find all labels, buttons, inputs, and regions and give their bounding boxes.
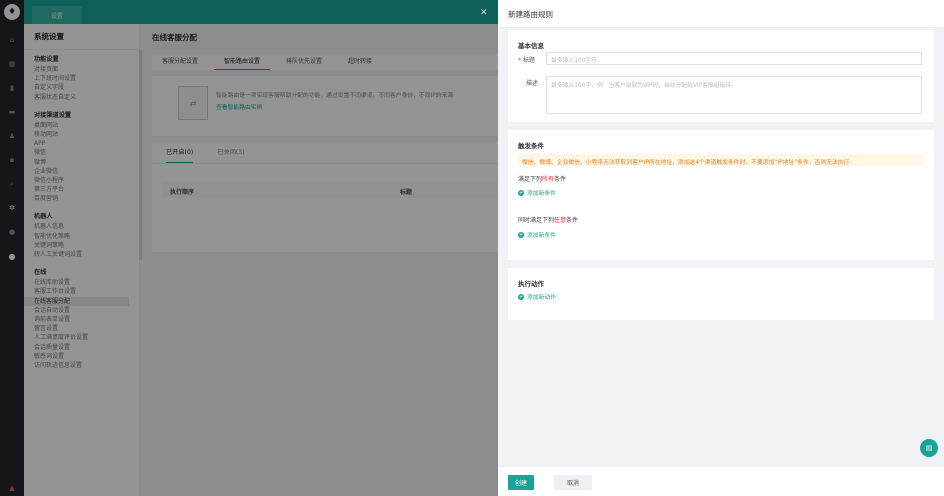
cancel-button[interactable]: 取消: [554, 475, 592, 490]
title-input[interactable]: 最多输入100字符: [546, 52, 922, 65]
any-prefix: 同时满足下列: [518, 217, 555, 224]
all-highlight: 所有: [542, 176, 555, 183]
drawer-footer: 创建 取消: [498, 466, 944, 496]
drawer-title: 新建路由规则: [508, 10, 553, 19]
add-all-condition-button[interactable]: + 添加新条件: [518, 188, 556, 197]
add-condition-label: 添加新条件: [527, 233, 556, 239]
title-label: * 标题: [518, 55, 535, 64]
add-condition-label: 添加新条件: [527, 191, 556, 197]
action-header: 执行动作: [518, 280, 544, 288]
modal-overlay[interactable]: [0, 0, 498, 496]
trigger-warning: 微信、微博、企业微信、小程序无法获取到客户IP所在地址，添加这4个渠道触发条件时…: [518, 154, 924, 166]
create-button[interactable]: 创建: [508, 475, 534, 490]
desc-label: 描述: [526, 80, 539, 87]
close-icon[interactable]: ✕: [480, 8, 488, 18]
any-highlight: 任意: [554, 217, 567, 224]
trigger-card: 触发条件 微信、微博、企业微信、小程序无法获取到客户IP所在地址，添加这4个渠道…: [508, 130, 934, 260]
any-suffix: 条件: [566, 217, 579, 224]
drawer-header: ✕ 新建路由规则: [480, 0, 944, 28]
plus-icon: +: [518, 231, 524, 238]
all-prefix: 满足下列: [518, 176, 543, 183]
plus-icon: +: [518, 189, 524, 196]
all-suffix: 条件: [554, 176, 567, 183]
title-label-text: 标题: [522, 57, 535, 64]
action-card: 执行动作 + 添加新动作: [508, 268, 934, 320]
add-action-label: 添加新动作: [527, 295, 556, 301]
chat-bubble-icon[interactable]: ▤: [920, 439, 938, 457]
add-action-button[interactable]: + 添加新动作: [518, 292, 556, 301]
all-conditions-label: 满足下列所有条件: [518, 174, 566, 183]
add-any-condition-button[interactable]: + 添加新条件: [518, 230, 556, 239]
trigger-header: 触发条件: [518, 142, 544, 150]
desc-textarea[interactable]: 最多输入100字，例：当客户级别为VIP时，自动分配给VIP客服组接待。: [546, 76, 922, 114]
new-rule-drawer: ✕ 新建路由规则 基本信息 * 标题 最多输入100字符 描述 最多输入100字…: [480, 0, 944, 496]
any-conditions-label: 同时满足下列任意条件: [518, 215, 578, 224]
plus-icon: +: [518, 293, 524, 300]
basic-info-card: 基本信息 * 标题 最多输入100字符 描述 最多输入100字，例：当客户级别为…: [508, 30, 934, 122]
basic-info-header: 基本信息: [518, 42, 544, 50]
